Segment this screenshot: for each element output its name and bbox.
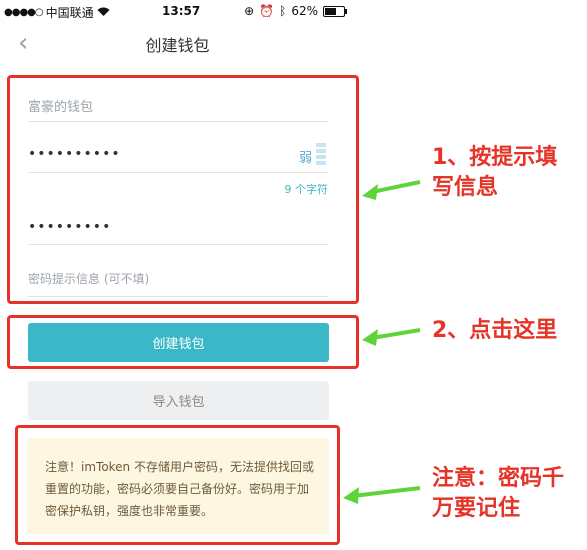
callout-step1: 1、按提示填 写信息 [432,143,557,203]
callout-step1-line2: 写信息 [432,175,499,200]
callout-note-line1: 注意：密码千 [432,466,565,491]
callout-step2: 2、点击这里 [432,318,558,343]
callout-step1-line1: 1、按提示填 [432,145,558,170]
callout-note: 注意：密码千 万要记住 [432,464,564,524]
callout-note-line2: 万要记住 [432,496,521,521]
